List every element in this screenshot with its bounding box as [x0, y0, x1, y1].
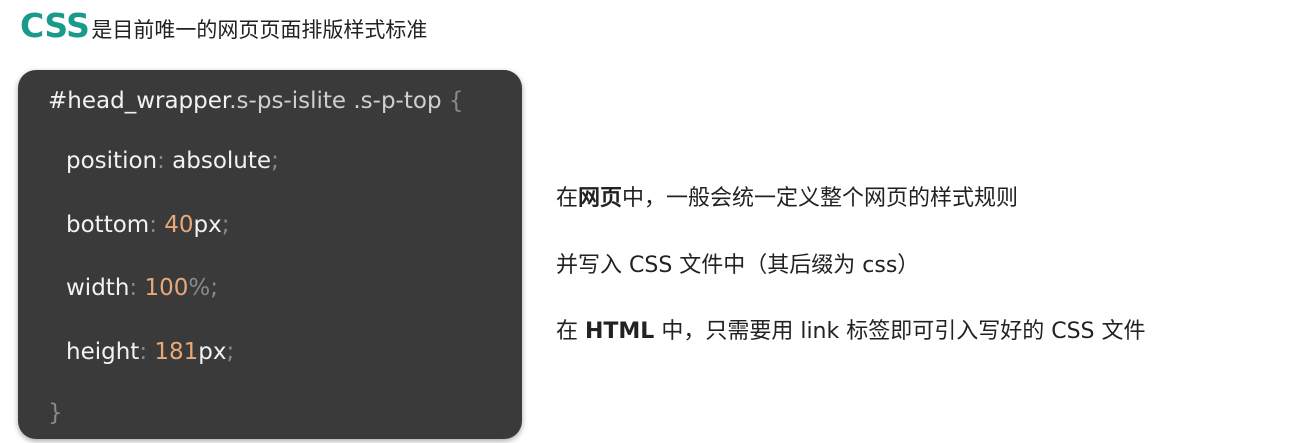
semicolon: ;	[210, 275, 218, 301]
css-property: bottom	[66, 212, 150, 238]
css-property: width	[66, 275, 130, 301]
note-text: 中，一般会统一定义整个网页的样式规则	[622, 186, 1019, 211]
note-line-2: 并写入 CSS 文件中（其后缀为 css）	[556, 251, 919, 281]
css-number: 181	[154, 339, 199, 365]
code-selector-line: #head_wrapper.s-ps-islite .s-p-top {	[48, 86, 464, 116]
css-number: 100	[144, 275, 189, 301]
css-unit: px	[198, 339, 227, 365]
code-line-position: position: absolute;	[66, 146, 279, 176]
semicolon: ;	[271, 148, 279, 174]
note-bold: HTML	[585, 319, 655, 344]
close-brace: }	[48, 400, 63, 426]
colon: :	[129, 275, 145, 301]
code-line-width: width: 100%;	[66, 273, 218, 303]
note-bold: 网页	[578, 186, 623, 211]
selector-id: #head_wrapper	[48, 88, 230, 114]
note-text: 并写入 CSS 文件中（其后缀为 css）	[556, 253, 920, 278]
css-property: position	[66, 148, 158, 174]
selector-class-2: .s-p-top	[346, 88, 442, 114]
notes: 在网页中，一般会统一定义整个网页的样式规则 并写入 CSS 文件中（其后缀为 c…	[556, 0, 1296, 443]
note-text: 中，只需要用 link 标签即可引入写好的 CSS 文件	[654, 319, 1146, 344]
semicolon: ;	[226, 339, 235, 365]
css-value: absolute	[172, 148, 272, 174]
css-property: height	[66, 339, 140, 365]
css-unit: %	[188, 275, 211, 301]
colon: :	[139, 339, 155, 365]
note-text: 在	[556, 186, 579, 211]
selector-class: .s-ps-islite	[229, 88, 347, 114]
open-brace: {	[441, 88, 464, 114]
note-line-1: 在网页中，一般会统一定义整个网页的样式规则	[556, 184, 1018, 214]
css-number: 40	[164, 212, 194, 238]
code-line-height: height: 181px;	[66, 337, 234, 367]
semicolon: ;	[221, 212, 230, 238]
css-unit: px	[193, 212, 222, 238]
title-text: 是目前唯一的网页页面排版样式标准	[91, 18, 428, 42]
title-accent: CSS	[20, 6, 90, 45]
slide: CSS 是目前唯一的网页页面排版样式标准 #head_wrapper.s-ps-…	[0, 0, 1299, 443]
colon: :	[149, 212, 165, 238]
slide-title: CSS 是目前唯一的网页页面排版样式标准	[20, 6, 427, 46]
code-block: #head_wrapper.s-ps-islite .s-p-top { pos…	[18, 70, 522, 439]
colon: :	[157, 148, 173, 174]
note-line-3: 在 HTML 中，只需要用 link 标签即可引入写好的 CSS 文件	[556, 317, 1146, 347]
code-line-bottom: bottom: 40px;	[66, 210, 230, 240]
note-text: 在	[556, 319, 585, 344]
